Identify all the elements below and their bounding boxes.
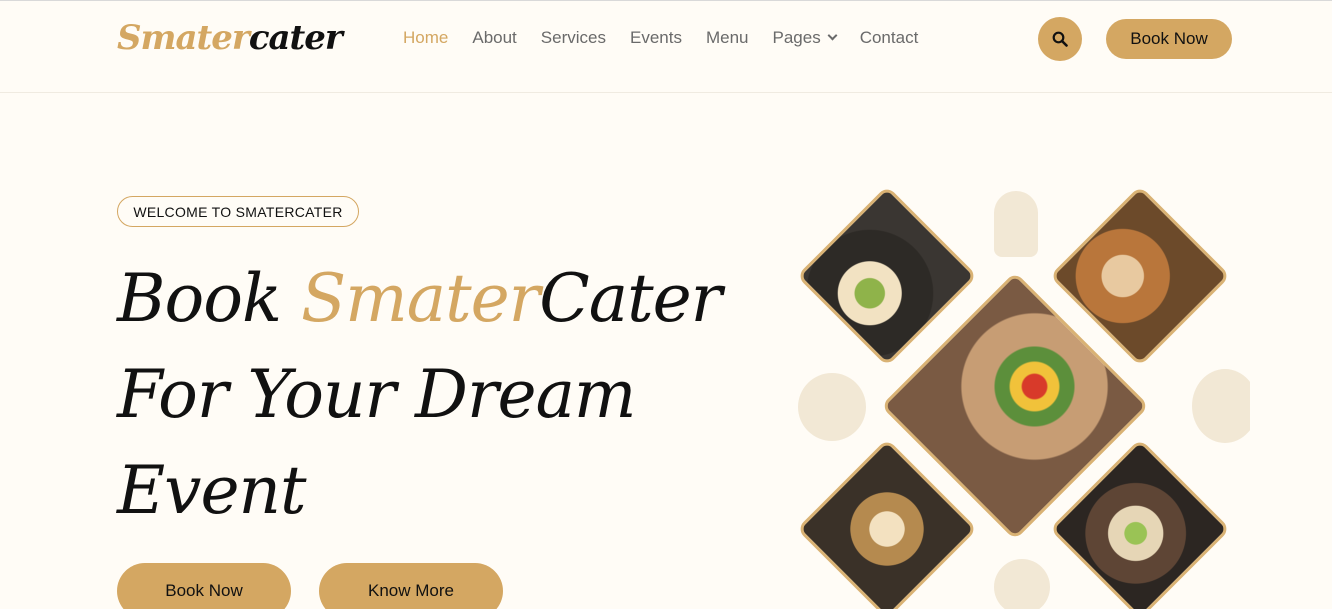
nav-services[interactable]: Services xyxy=(541,27,606,49)
search-button[interactable] xyxy=(1038,17,1082,61)
chef-icon xyxy=(994,191,1038,257)
nav-events[interactable]: Events xyxy=(630,27,682,49)
nav-pages-dropdown[interactable]: Pages xyxy=(772,27,838,49)
chevron-down-icon xyxy=(827,30,838,41)
headline-line-1: Book SmaterCater xyxy=(117,251,757,347)
headline-line-3: Event xyxy=(117,452,307,529)
nav-pages-label: Pages xyxy=(772,28,821,47)
pizza-icon xyxy=(798,373,866,441)
nav-contact[interactable]: Contact xyxy=(860,27,919,49)
headline-line-2: For Your Dream xyxy=(117,356,637,433)
nav-book-now-button[interactable]: Book Now xyxy=(1106,19,1232,59)
bowl-icon xyxy=(994,559,1050,609)
welcome-badge: WELCOME TO SMATERCATER xyxy=(117,196,359,227)
navbar: Smatercater Home About Services Events M… xyxy=(0,1,1332,93)
headline-word-smater: Smater xyxy=(300,260,540,337)
headline-word-cater: Cater xyxy=(539,260,722,337)
logo-part-dark: cater xyxy=(248,18,343,58)
food-gallery xyxy=(780,181,1250,609)
plate-icon xyxy=(1192,369,1250,443)
site-logo[interactable]: Smatercater xyxy=(117,15,343,61)
search-icon xyxy=(1052,31,1068,47)
nav-home[interactable]: Home xyxy=(403,27,448,49)
hero-headline: Book SmaterCater For Your Dream Event xyxy=(117,251,757,539)
nav-menu[interactable]: Menu xyxy=(706,27,749,49)
logo-part-gold: Smater xyxy=(117,18,250,58)
headline-word-book: Book xyxy=(117,260,301,337)
hero-know-more-button[interactable]: Know More xyxy=(319,563,503,609)
nav-about[interactable]: About xyxy=(472,27,516,49)
hero-book-now-button[interactable]: Book Now xyxy=(117,563,291,609)
main-nav: Home About Services Events Menu Pages Co… xyxy=(403,27,918,49)
